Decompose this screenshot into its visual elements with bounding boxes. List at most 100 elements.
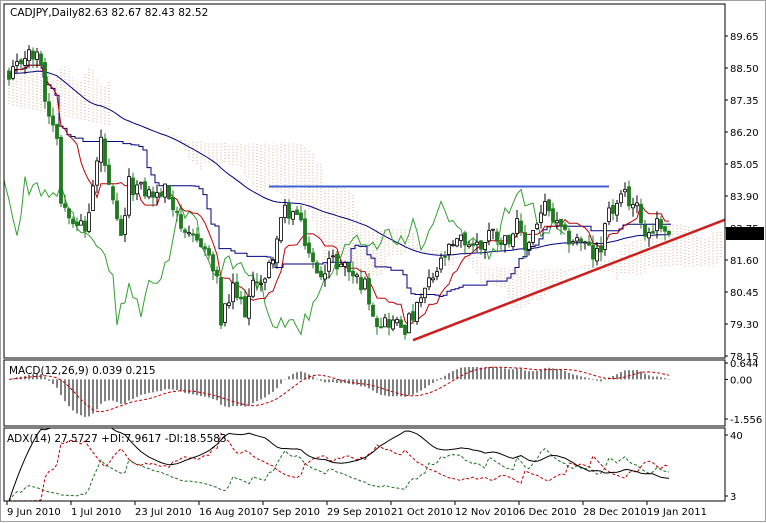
candle[interactable] <box>567 227 571 253</box>
candle[interactable] <box>575 233 579 246</box>
chart-canvas[interactable]: 89.6588.5087.3586.2085.0583.9082.7581.60… <box>1 1 766 523</box>
candle[interactable] <box>7 68 11 86</box>
candle[interactable] <box>447 243 451 261</box>
candle[interactable] <box>43 57 47 109</box>
candle[interactable] <box>191 228 195 243</box>
candle[interactable] <box>535 221 539 231</box>
candle[interactable] <box>11 60 15 81</box>
candle[interactable] <box>543 193 547 216</box>
candle[interactable] <box>599 236 603 262</box>
candle[interactable] <box>511 232 515 250</box>
candle[interactable] <box>47 93 51 125</box>
candle[interactable] <box>203 243 207 256</box>
candle[interactable] <box>335 250 339 276</box>
candle[interactable] <box>611 199 615 221</box>
candle[interactable] <box>135 180 139 201</box>
candle[interactable] <box>627 180 631 211</box>
candle[interactable] <box>423 287 427 304</box>
candle[interactable] <box>387 312 391 336</box>
candle[interactable] <box>351 261 355 284</box>
candle[interactable] <box>579 236 583 252</box>
candle[interactable] <box>419 293 423 308</box>
candle[interactable] <box>231 273 235 310</box>
candle[interactable] <box>143 177 147 200</box>
candle[interactable] <box>259 275 263 292</box>
candle[interactable] <box>263 277 267 291</box>
candle[interactable] <box>271 256 275 269</box>
candle[interactable] <box>647 227 651 247</box>
candle[interactable] <box>643 219 647 241</box>
candle[interactable] <box>327 250 331 279</box>
candle[interactable] <box>503 235 507 253</box>
candle[interactable] <box>19 58 23 70</box>
candle[interactable] <box>163 183 167 204</box>
candle[interactable] <box>115 192 119 222</box>
candle[interactable] <box>463 230 467 255</box>
candle[interactable] <box>315 260 319 274</box>
candle[interactable] <box>59 134 63 207</box>
candle[interactable] <box>87 203 91 234</box>
candle[interactable] <box>367 273 371 311</box>
candle[interactable] <box>603 222 607 256</box>
candle[interactable] <box>103 133 107 173</box>
candle[interactable] <box>547 198 551 217</box>
candle[interactable] <box>619 190 623 207</box>
candle[interactable] <box>35 47 39 68</box>
candle[interactable] <box>167 184 171 200</box>
candle[interactable] <box>451 240 455 247</box>
adx-panel[interactable] <box>8 400 670 501</box>
candle[interactable] <box>55 123 59 146</box>
candle[interactable] <box>615 200 619 222</box>
candle[interactable] <box>279 217 283 244</box>
candle[interactable] <box>227 294 231 309</box>
candle[interactable] <box>275 235 279 269</box>
candle[interactable] <box>399 315 403 329</box>
candle[interactable] <box>379 317 383 329</box>
candle[interactable] <box>355 272 359 284</box>
candle[interactable] <box>123 207 127 243</box>
candle[interactable] <box>347 262 351 281</box>
candle[interactable] <box>219 273 223 329</box>
candle[interactable] <box>311 247 315 269</box>
candle[interactable] <box>527 240 531 256</box>
candle[interactable] <box>551 202 555 224</box>
candle[interactable] <box>295 205 299 216</box>
candle[interactable] <box>659 215 663 232</box>
candle[interactable] <box>307 236 311 258</box>
candle[interactable] <box>207 245 211 260</box>
candle[interactable] <box>563 221 567 232</box>
candle[interactable] <box>147 186 151 200</box>
candle[interactable] <box>331 249 335 263</box>
candle[interactable] <box>631 197 635 217</box>
candle[interactable] <box>635 195 639 214</box>
candle[interactable] <box>99 129 103 172</box>
candle[interactable] <box>343 261 347 277</box>
candle[interactable] <box>111 184 115 205</box>
candle[interactable] <box>139 181 143 190</box>
candle[interactable] <box>435 266 439 281</box>
candle[interactable] <box>439 253 443 273</box>
candle[interactable] <box>83 216 87 238</box>
main-price-panel[interactable] <box>1 45 725 342</box>
candle[interactable] <box>51 107 55 132</box>
candle[interactable] <box>239 291 243 305</box>
candle[interactable] <box>443 250 447 266</box>
candle[interactable] <box>95 157 99 193</box>
candle[interactable] <box>431 272 435 283</box>
candle[interactable] <box>499 237 503 251</box>
candle[interactable] <box>171 190 175 217</box>
candle[interactable] <box>79 214 83 226</box>
candle[interactable] <box>199 238 203 248</box>
candle[interactable] <box>455 238 459 248</box>
candle[interactable] <box>243 289 247 318</box>
candle[interactable] <box>491 228 495 240</box>
candle[interactable] <box>507 234 511 248</box>
candle[interactable] <box>27 45 31 68</box>
candle[interactable] <box>403 324 407 340</box>
candle[interactable] <box>319 266 323 280</box>
candle[interactable] <box>131 172 135 202</box>
candle[interactable] <box>459 234 463 248</box>
candle[interactable] <box>159 188 163 198</box>
candle[interactable] <box>663 225 667 241</box>
candle[interactable] <box>531 230 535 246</box>
